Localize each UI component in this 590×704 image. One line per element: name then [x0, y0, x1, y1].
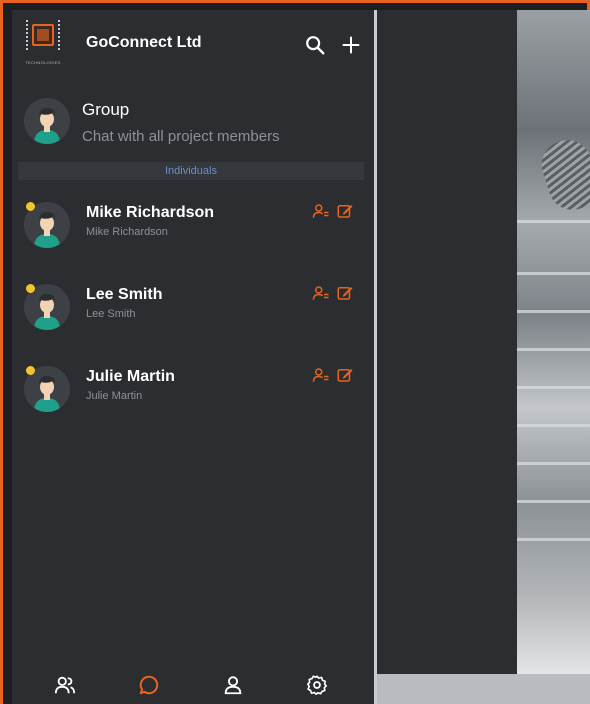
photo-detail: [517, 462, 590, 465]
online-status-dot: [26, 366, 35, 375]
contact-item[interactable]: Lee Smith Lee Smith: [12, 276, 374, 340]
settings-icon: [307, 675, 327, 695]
photo-detail: [517, 500, 590, 503]
photo-detail: [535, 133, 590, 217]
plus-icon: [342, 36, 360, 54]
search-button[interactable]: [302, 32, 328, 58]
photo-detail: [517, 272, 590, 275]
person-settings-icon: [312, 204, 329, 218]
contact-item[interactable]: Julie Martin Julie Martin: [12, 358, 374, 422]
contact-actions: [312, 284, 356, 302]
nav-chat-button[interactable]: [136, 672, 162, 698]
edit-button[interactable]: [336, 284, 354, 302]
photo-detail: [517, 386, 590, 389]
person-settings-button[interactable]: [312, 284, 330, 302]
online-status-dot: [26, 202, 35, 211]
contact-name: Julie Martin: [86, 368, 175, 385]
photo-detail: [517, 348, 590, 351]
chat-pane: [377, 10, 517, 674]
person-settings-button[interactable]: [312, 202, 330, 220]
person-settings-button[interactable]: [312, 366, 330, 384]
person-settings-icon: [312, 286, 329, 300]
logo-text: TECHNOLOGIES: [25, 60, 61, 65]
contact-subtitle: Mike Richardson: [86, 226, 168, 238]
online-status-dot: [26, 284, 35, 293]
nav-users-button[interactable]: [52, 672, 78, 698]
contact-subtitle: Julie Martin: [86, 390, 143, 402]
sidebar: TECHNOLOGIES GoConnect Ltd Group Chat wi…: [12, 10, 374, 704]
users-icon: [54, 676, 76, 694]
company-logo: TECHNOLOGIES: [20, 20, 66, 70]
chat-icon: [139, 675, 159, 695]
bottom-strip: [377, 674, 590, 704]
bottom-navigation: [12, 664, 374, 704]
contact-name: Lee Smith: [86, 286, 163, 303]
contact-subtitle: Lee Smith: [86, 308, 136, 320]
avatar-icon: [24, 98, 70, 144]
nav-settings-button[interactable]: [304, 672, 330, 698]
person-settings-icon: [312, 368, 329, 382]
nav-profile-button[interactable]: [220, 672, 246, 698]
edit-icon: [337, 287, 353, 300]
photo-detail: [517, 424, 590, 427]
profile-icon: [224, 676, 242, 695]
photo-detail: [517, 310, 590, 313]
contact-actions: [312, 366, 356, 384]
section-header-individuals: Individuals: [18, 162, 364, 180]
edit-icon: [337, 369, 353, 382]
photo-detail: [517, 220, 590, 223]
contact-actions: [312, 202, 356, 220]
header: TECHNOLOGIES GoConnect Ltd: [12, 10, 374, 80]
chip-icon: [32, 24, 54, 46]
group-chat-item[interactable]: Group Chat with all project members: [12, 94, 374, 158]
photo-detail: [517, 538, 590, 541]
add-button[interactable]: [338, 32, 364, 58]
group-name: Group: [82, 100, 130, 119]
edit-button[interactable]: [336, 366, 354, 384]
search-icon: [306, 36, 325, 55]
edit-button[interactable]: [336, 202, 354, 220]
background-photo: [517, 10, 590, 674]
app-title: GoConnect Ltd: [86, 34, 202, 51]
group-avatar: [24, 98, 70, 144]
edit-icon: [337, 205, 353, 218]
contact-name: Mike Richardson: [86, 204, 215, 221]
group-subtitle: Chat with all project members: [82, 128, 280, 145]
contact-item[interactable]: Mike Richardson Mike Richardson: [12, 194, 374, 258]
